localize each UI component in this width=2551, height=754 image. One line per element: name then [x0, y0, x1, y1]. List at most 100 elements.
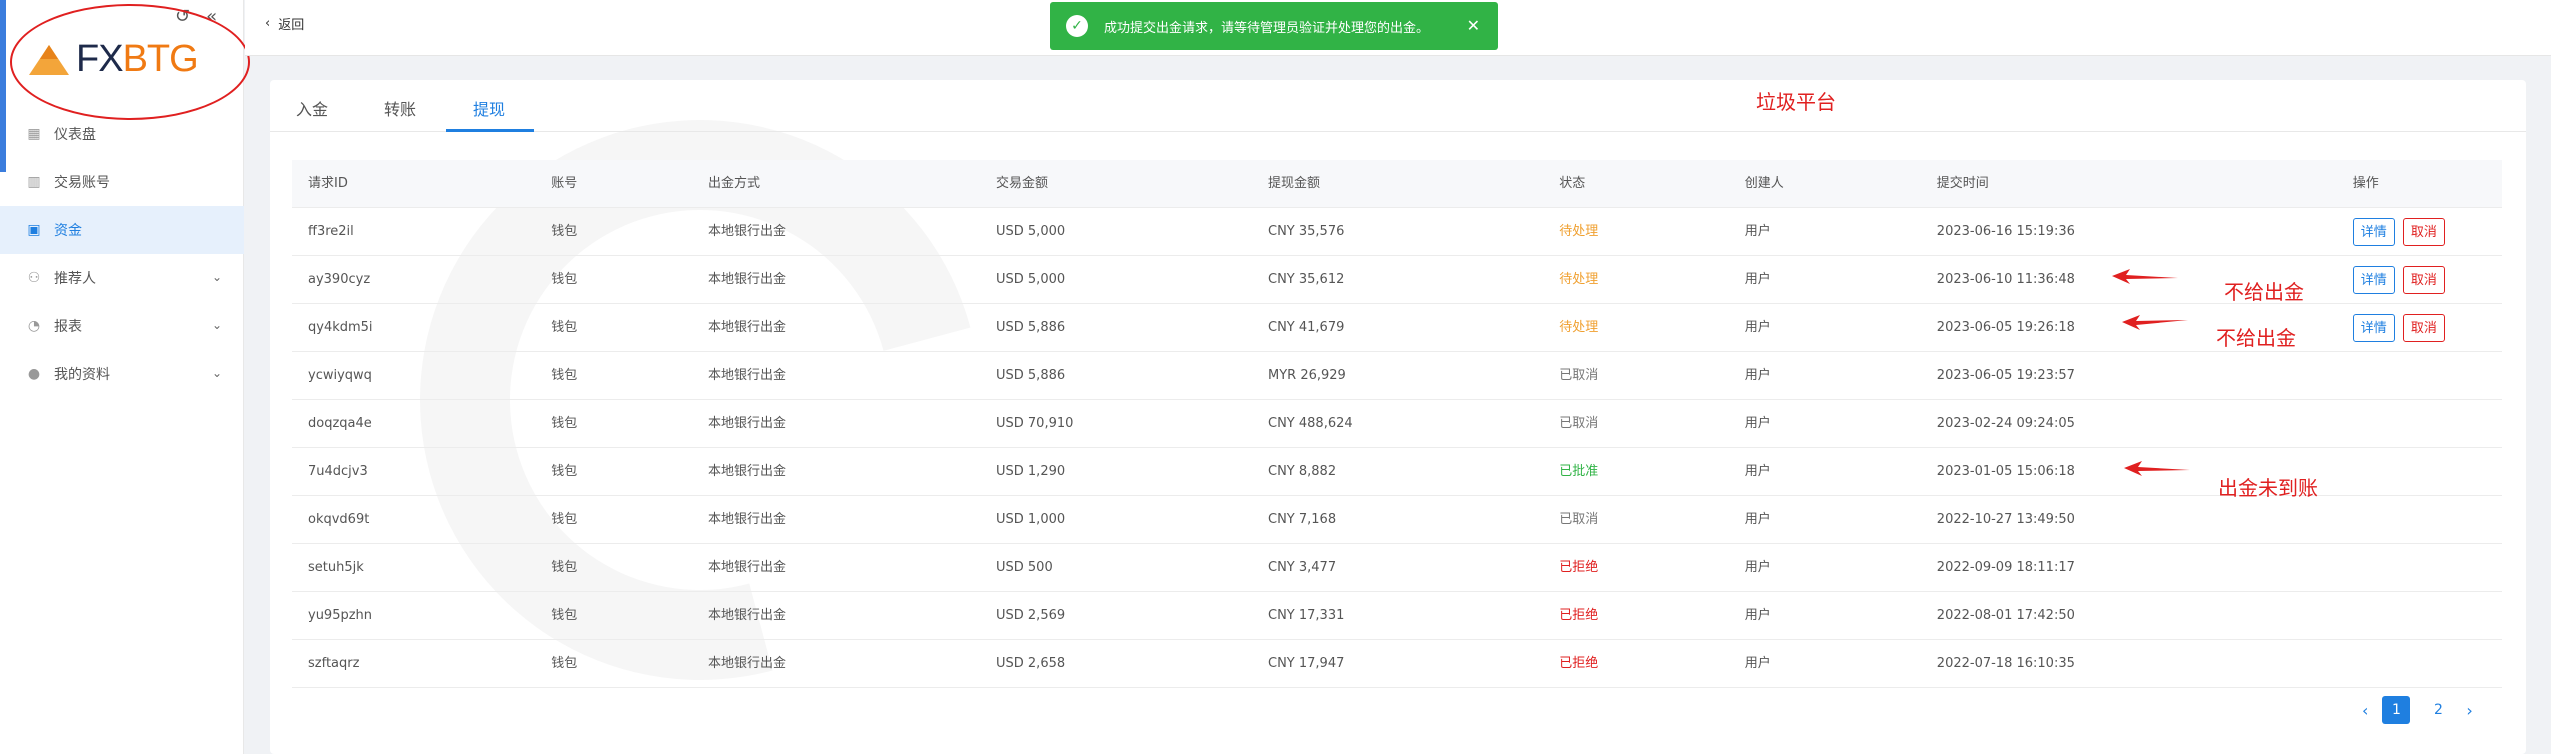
creator-cell: 用户 [1744, 368, 1771, 383]
success-toast: ✓ 成功提交出金请求，请等待管理员验证并处理您的出金。 ✕ [1050, 2, 1498, 50]
request-id-cell: ycwiyqwq [308, 368, 372, 383]
row-actions: 详情 取消 [2352, 208, 2445, 256]
request-id-cell: ay390cyz [308, 272, 371, 287]
amount-cell: USD 1,000 [996, 512, 1066, 527]
users-icon: ⚇ [27, 270, 41, 286]
table-row: doqzqa4e 钱包 本地银行出金 USD 70,910 CNY 488,624 已取消… [292, 400, 2502, 448]
time-cell: 2023-01-05 15:06:18 [1936, 464, 2075, 479]
withdraw-cell: CNY 8,882 [1268, 464, 1337, 479]
chevron-down-icon: ⌄ [211, 270, 222, 284]
status-cell: 已取消 [1559, 512, 1599, 527]
toast-message: 成功提交出金请求，请等待管理员验证并处理您的出金。 [1104, 20, 1430, 36]
amount-cell: USD 1,290 [996, 464, 1066, 479]
account-cell: 钱包 [551, 416, 578, 431]
detail-button[interactable]: 详情 [2352, 218, 2395, 246]
withdraw-cell: CNY 17,331 [1268, 608, 1345, 623]
table-row: okqvd69t 钱包 本地银行出金 USD 1,000 CNY 7,168 已取消 用户 2… [292, 496, 2502, 544]
request-id-cell: setuh5jk [308, 560, 364, 575]
chevron-left-icon: ‹ [265, 16, 271, 31]
withdraw-cell: CNY 488,624 [1268, 416, 1353, 431]
col-creator-header: 创建人 [1744, 176, 1784, 191]
account-cell: 钱包 [551, 512, 578, 527]
time-cell: 2022-08-01 17:42:50 [1936, 608, 2075, 623]
method-cell: 本地银行出金 [708, 416, 787, 431]
back-link[interactable]: ‹ 返回 [265, 14, 304, 33]
status-cell: 待处理 [1559, 320, 1599, 335]
time-cell: 2023-06-16 15:19:36 [1936, 224, 2075, 239]
back-label: 返回 [278, 18, 305, 33]
method-cell: 本地银行出金 [708, 320, 787, 335]
tab-transfer[interactable]: 转账 [384, 96, 416, 120]
sidebar-item-referrers[interactable]: ⚇ 推荐人 ⌄ [0, 254, 244, 302]
request-id-cell: ff3re2il [308, 224, 354, 239]
creator-cell: 用户 [1744, 464, 1771, 479]
detail-button[interactable]: 详情 [2352, 266, 2395, 294]
red-arrow-3 [2124, 461, 2190, 476]
annotation-note-2: 不给出金 [2216, 326, 2296, 350]
amount-cell: USD 5,886 [996, 320, 1066, 335]
annotation-note-3: 出金未到账 [2218, 476, 2318, 500]
sidebar-item-my-profile[interactable]: ● 我的资料 ⌄ [0, 350, 244, 398]
bars-icon: ▥ [27, 174, 41, 190]
next-page-icon[interactable]: › [2466, 701, 2472, 720]
request-id-cell: yu95pzhn [308, 608, 373, 623]
prev-page-icon[interactable]: ‹ [2362, 701, 2368, 720]
sidebar-item-dashboard[interactable]: ▦ 仪表盘 [0, 110, 244, 158]
sidebar-item-label: 交易账号 [54, 175, 110, 191]
sidebar-item-trading-accounts[interactable]: ▥ 交易账号 [0, 158, 244, 206]
request-id-cell: qy4kdm5i [308, 320, 373, 335]
sidebar-item-label: 仪表盘 [54, 127, 96, 143]
col-status-header: 状态 [1559, 176, 1586, 191]
withdraw-cell: CNY 41,679 [1268, 320, 1345, 335]
chevron-down-icon: ⌄ [211, 366, 222, 380]
tab-withdraw[interactable]: 提现 [473, 96, 505, 120]
tab-underline [446, 129, 534, 132]
red-arrow-1 [2112, 269, 2178, 284]
time-cell: 2022-09-09 18:11:17 [1936, 560, 2075, 575]
account-cell: 钱包 [551, 560, 578, 575]
sidebar-item-label: 资金 [54, 223, 82, 239]
check-circle-icon: ✓ [1066, 15, 1088, 37]
creator-cell: 用户 [1744, 560, 1771, 575]
user-icon: ● [27, 366, 41, 382]
amount-cell: USD 70,910 [996, 416, 1074, 431]
time-cell: 2023-02-24 09:24:05 [1936, 416, 2075, 431]
account-cell: 钱包 [551, 320, 578, 335]
creator-cell: 用户 [1744, 320, 1771, 335]
cancel-button[interactable]: 取消 [2402, 218, 2445, 246]
amount-cell: USD 5,000 [996, 224, 1066, 239]
time-cell: 2022-07-18 16:10:35 [1936, 656, 2075, 671]
table-row: ycwiyqwq 钱包 本地银行出金 USD 5,886 MYR 26,929 已取消 用户… [292, 352, 2502, 400]
time-cell: 2023-06-10 11:36:48 [1936, 272, 2075, 287]
creator-cell: 用户 [1744, 272, 1771, 287]
creator-cell: 用户 [1744, 224, 1771, 239]
amount-cell: USD 5,000 [996, 272, 1066, 287]
logo-highlight-circle [10, 4, 250, 120]
pagination: ‹ 1 2 › [2362, 696, 2473, 724]
tab-deposit[interactable]: 入金 [296, 96, 328, 120]
table-row: setuh5jk 钱包 本地银行出金 USD 500 CNY 3,477 已拒绝 用户 202… [292, 544, 2502, 592]
col-method-header: 出金方式 [708, 176, 761, 191]
pie-chart-icon: ◔ [27, 318, 41, 334]
account-cell: 钱包 [551, 224, 578, 239]
sidebar: ↺ « FXBTG ▦ 仪表盘 ▥ 交易账号 ▣ 资金 ⚇ 推荐人 ⌄ ◔ 报表 ⌄ ● 我的资料 ⌄ [0, 0, 250, 754]
col-time-header: 提交时间 [1936, 176, 1989, 191]
method-cell: 本地银行出金 [708, 560, 787, 575]
creator-cell: 用户 [1744, 656, 1771, 671]
detail-button[interactable]: 详情 [2352, 314, 2395, 342]
page-button-2[interactable]: 2 [2424, 696, 2452, 724]
page-button-1[interactable]: 1 [2382, 696, 2411, 724]
cancel-button[interactable]: 取消 [2402, 314, 2445, 342]
close-icon[interactable]: ✕ [1467, 16, 1480, 35]
sidebar-item-reports[interactable]: ◔ 报表 ⌄ [0, 302, 244, 350]
amount-cell: USD 2,658 [996, 656, 1066, 671]
request-id-cell: 7u4dcjv3 [308, 464, 368, 479]
sidebar-item-funds[interactable]: ▣ 资金 [0, 206, 244, 254]
method-cell: 本地银行出金 [708, 464, 787, 479]
account-cell: 钱包 [551, 272, 578, 287]
time-cell: 2023-06-05 19:23:57 [1936, 368, 2075, 383]
cancel-button[interactable]: 取消 [2402, 266, 2445, 294]
row-actions: 详情 取消 [2352, 304, 2445, 352]
account-cell: 钱包 [551, 464, 578, 479]
sidebar-item-label: 我的资料 [54, 367, 110, 383]
